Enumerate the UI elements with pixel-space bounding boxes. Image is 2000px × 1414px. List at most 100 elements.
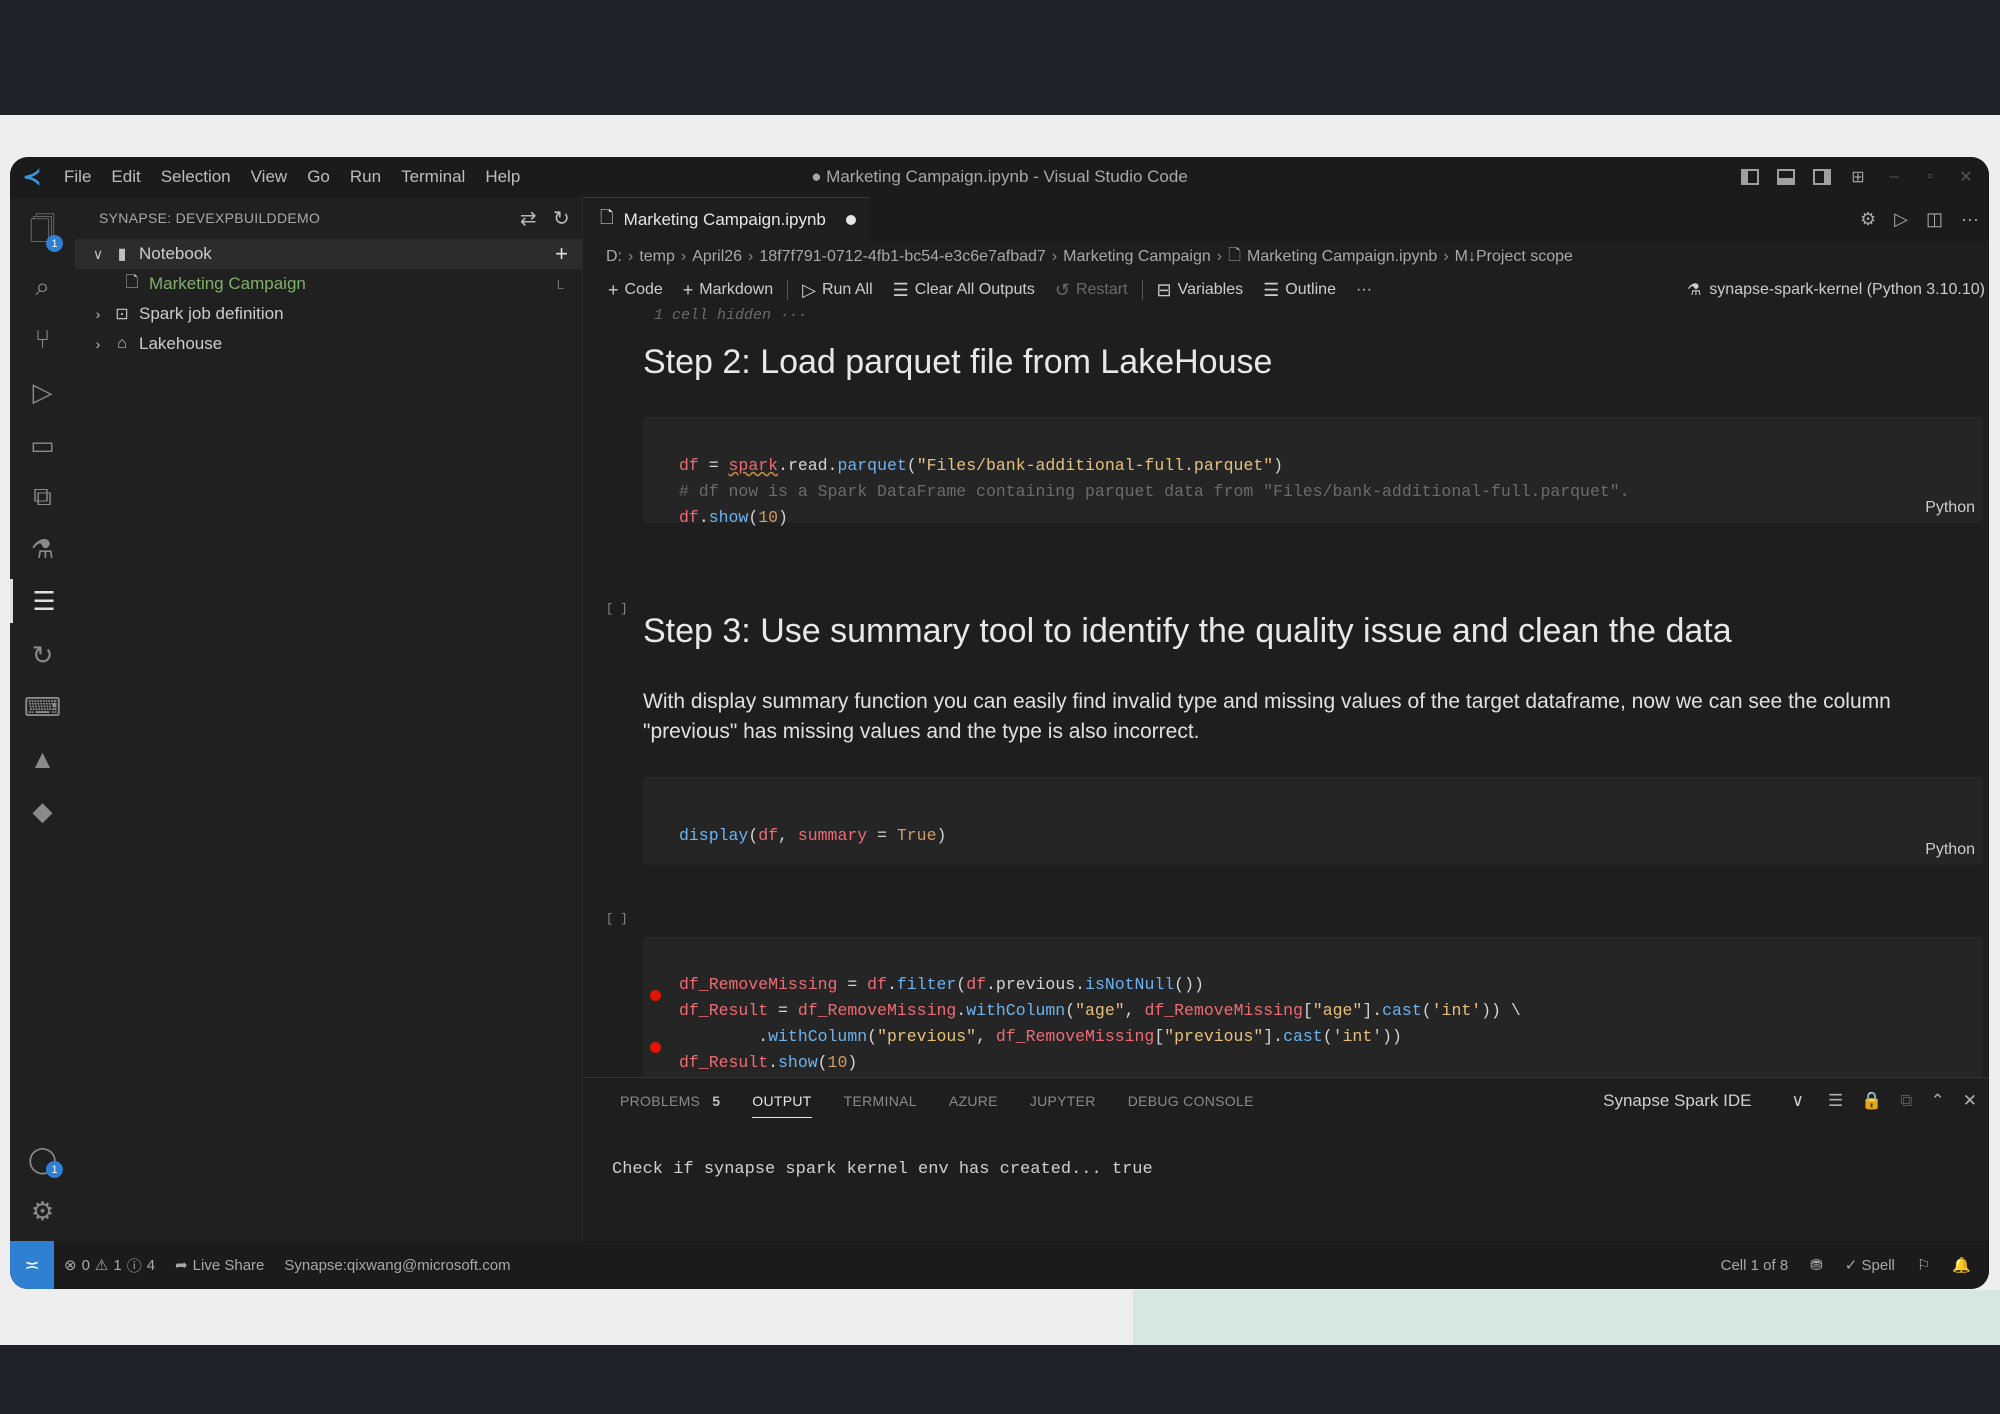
copilot-icon[interactable]: ⛃ [1810,1256,1823,1274]
toolbar-divider [1141,280,1143,300]
code-token: . [886,975,897,994]
tab-terminal[interactable]: TERMINAL [828,1078,933,1124]
chevron-right-icon: › [748,248,754,265]
add-notebook-icon[interactable]: + [555,241,568,267]
accounts-icon[interactable]: ◯ 1 [10,1137,75,1181]
terminal-icon[interactable]: ⌨ [10,685,75,729]
close-panel-icon[interactable]: ✕ [1963,1091,1977,1111]
breadcrumb-item[interactable]: Marketing Campaign.ipynb [1247,248,1437,266]
code-cell-1[interactable]: df = spark.read.parquet("Files/bank-addi… [643,417,1983,527]
maximize-panel-icon[interactable]: ⌃ [1931,1091,1945,1111]
maximize-icon[interactable]: ▫ [1919,166,1941,188]
tab-azure[interactable]: AZURE [933,1078,1014,1124]
variables-button[interactable]: ⊟ Variables [1147,280,1254,301]
notifications-bell-icon[interactable]: 🔔 [1952,1256,1971,1274]
problems-status[interactable]: ⊗ 0 ⚠ 1 ⓘ 4 [54,1255,165,1276]
breadcrumb-item[interactable]: 18f7f791-0712-4fb1-bc54-e3c6e7afbad7 [759,248,1045,266]
refresh-icon[interactable]: ↻ [553,206,570,231]
toggle-primary-sidebar-icon[interactable] [1739,166,1761,188]
breadcrumb-item[interactable]: D: [606,248,622,266]
breadcrumb-item[interactable]: M↓Project scope [1455,248,1573,266]
toggle-secondary-sidebar-icon[interactable] [1811,166,1833,188]
menu-file[interactable]: File [54,167,101,187]
run-debug-icon[interactable]: ▷ [10,370,75,414]
kernel-picker[interactable]: ⚗ synapse-spark-kernel (Python 3.10.10) [1687,273,1985,307]
tree-item-notebook[interactable]: ∨ ▮ Notebook + [75,239,582,269]
remote-indicator-icon[interactable]: ≍ [10,1241,54,1289]
explorer-icon[interactable]: 🗍 1 [10,211,75,255]
source-control-icon[interactable]: ⑂ [10,317,75,361]
lock-icon[interactable]: 🔒 [1861,1091,1882,1111]
breadcrumb-item[interactable]: Marketing Campaign [1063,248,1211,266]
restart-button[interactable]: ↺ Restart [1045,280,1138,301]
execution-count: [ ] [606,602,628,616]
cell-language-label[interactable]: Python [1925,841,1975,859]
remote-explorer-icon[interactable]: ▭ [10,423,75,467]
clear-output-icon[interactable]: ☰ [1828,1091,1843,1111]
run-all-button[interactable]: ▷ Run All [792,280,883,301]
code-cell-2[interactable]: display(df, summary = True) Python [643,777,1983,865]
code-token: ( [956,975,967,994]
spell-status[interactable]: ✓ Spell [1845,1256,1895,1274]
minimize-icon[interactable]: – [1883,166,1905,188]
menu-terminal[interactable]: Terminal [391,167,475,187]
python-icon[interactable]: ◆ [10,789,75,833]
tree-item-marketing-campaign[interactable]: 🗋 Marketing Campaign L [75,269,582,299]
code-cell-3[interactable]: df_RemoveMissing = df.filter(df.previous… [643,937,1983,1077]
tree-item-spark-job[interactable]: › ⊡ Spark job definition [75,299,582,329]
cell-language-label[interactable]: Python [1925,499,1975,517]
add-code-cell-button[interactable]: + Code [598,280,673,301]
menu-selection[interactable]: Selection [151,167,241,187]
customize-layout-icon[interactable]: ⊞ [1847,166,1869,188]
hidden-cells-indicator[interactable]: 1 cell hidden ··· [654,307,807,324]
account-status[interactable]: Synapse:qixwang@microsoft.com [274,1257,520,1274]
split-editor-icon[interactable]: ◫ [1926,209,1943,230]
tab-problems[interactable]: PROBLEMS 5 [604,1078,736,1124]
synapse-icon[interactable]: ☰ [10,579,75,623]
title-bar-controls: ⊞ – ▫ ✕ [1739,157,1977,197]
output-channel-select[interactable]: Synapse Spark IDE ∨ [1603,1091,1804,1111]
tab-output[interactable]: OUTPUT [736,1078,827,1124]
menu-help[interactable]: Help [475,167,530,187]
code-token: ( [1322,1027,1333,1046]
search-icon[interactable]: ⌕ [10,265,75,309]
menu-edit[interactable]: Edit [101,167,150,187]
feedback-icon[interactable]: ⚐ [1917,1256,1930,1274]
tab-marketing-campaign[interactable]: 🗋 Marketing Campaign.ipynb [584,197,870,241]
cell-position-status[interactable]: Cell 1 of 8 [1721,1257,1789,1274]
chevron-down-icon[interactable]: ∨ [87,246,109,263]
breakpoint-icon[interactable] [650,1042,661,1053]
toggle-panel-icon[interactable] [1775,166,1797,188]
more-actions-icon[interactable]: ··· [1961,209,1979,230]
tab-jupyter[interactable]: JUPYTER [1014,1078,1112,1124]
chevron-right-icon[interactable]: › [87,306,109,322]
azure-icon[interactable]: ▲ [10,737,75,781]
clear-all-outputs-button[interactable]: ☰ Clear All Outputs [883,280,1045,301]
notebook-icon: ▮ [117,246,127,263]
settings-gear-icon[interactable]: ⚙ [10,1189,75,1233]
close-window-icon[interactable]: ✕ [1955,166,1977,188]
breadcrumb-item[interactable]: temp [639,248,675,266]
live-share-icon[interactable]: ↻ [10,633,75,677]
more-toolbar-button[interactable]: ··· [1346,281,1382,299]
breakpoint-icon[interactable] [650,990,661,1001]
add-markdown-cell-button[interactable]: + Markdown [673,280,783,301]
live-share-status[interactable]: ➦ Live Share [165,1256,274,1275]
gear-icon[interactable]: ⚙ [1860,209,1876,230]
run-icon[interactable]: ▷ [1894,209,1908,230]
outline-button[interactable]: ☰ Outline [1253,280,1346,301]
open-in-editor-icon[interactable]: ⧉ [1900,1091,1912,1111]
tab-debug-console[interactable]: DEBUG CONSOLE [1112,1078,1270,1124]
sync-icon[interactable]: ⇄ [520,206,537,231]
unsaved-dot-icon[interactable] [845,214,856,225]
chevron-down-icon: ∨ [1791,1091,1804,1110]
extensions-icon[interactable]: ⧉ [10,475,75,519]
menu-view[interactable]: View [241,167,298,187]
tree-item-lakehouse[interactable]: › ⌂ Lakehouse [75,329,582,359]
menu-run[interactable]: Run [340,167,391,187]
menu-go[interactable]: Go [297,167,340,187]
testing-icon[interactable]: ⚗ [10,527,75,571]
code-token: ]. [1362,1001,1383,1020]
chevron-right-icon[interactable]: › [87,336,109,352]
breadcrumb-item[interactable]: April26 [692,248,742,266]
